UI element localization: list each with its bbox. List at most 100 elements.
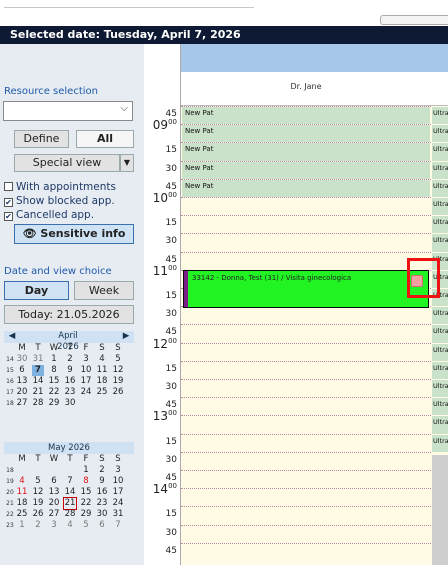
show-blocked-option[interactable]: ✔ Show blocked app.: [4, 195, 115, 207]
checkbox-icon: [4, 182, 13, 191]
ultra-slot[interactable]: Ultra: [432, 234, 448, 252]
calendar-week-row: 14 30 31 1 2 3 4 5: [6, 354, 121, 364]
eye-icon: 👁: [22, 227, 37, 240]
calendar-week-row: 19 4 5 6 7 8 9 10: [6, 476, 124, 486]
row-divider: [181, 342, 431, 344]
resource-name: Dr. Jane: [290, 82, 322, 91]
calendar-week-row: 16 13 14 15 16 17 18 19: [6, 376, 124, 386]
appointment-block[interactable]: 33142 - Donna, Test (31) / Visita gineco…: [183, 270, 429, 308]
time-label-quarter: 15: [165, 436, 177, 447]
highlight-box: [407, 258, 440, 298]
resource-select[interactable]: ⌵: [3, 101, 133, 121]
weekday-header: MTWTFSS: [18, 454, 121, 464]
time-label-quarter: 15: [165, 145, 177, 156]
row-divider: [181, 324, 431, 326]
time-label-quarter: 30: [165, 454, 177, 465]
resource-header-bar: [181, 44, 448, 72]
time-label-hour: 1000: [152, 191, 177, 205]
time-label-quarter: 15: [165, 363, 177, 374]
today-day[interactable]: 21: [63, 497, 77, 510]
week-button[interactable]: Week: [74, 281, 134, 300]
checkmark-icon: ✔: [4, 198, 13, 207]
blocked-gray-block: [432, 455, 448, 565]
resource-selection-label: Resource selection: [4, 86, 98, 97]
time-ruler: 45 0900 15 30 45 1000 15 30 45 1100 15 30 45 1200 15 30…: [144, 44, 181, 565]
row-divider: [181, 360, 431, 362]
selected-date-title: Selected date: Tuesday, April 7, 2026: [0, 26, 448, 44]
resource-column-header[interactable]: Dr. Jane: [181, 72, 448, 106]
row-divider: [181, 251, 431, 253]
time-label-hour: 1200: [152, 336, 177, 351]
all-button[interactable]: All: [76, 130, 134, 148]
time-label-quarter: 30: [165, 309, 177, 320]
row-divider: [181, 415, 431, 417]
with-appointments-option[interactable]: With appointments: [4, 181, 116, 193]
new-patient-slot[interactable]: New Pat: [182, 179, 430, 197]
time-label-quarter: 45: [165, 545, 177, 556]
calendar-week-row: 15 6 7 8 9 10 11 12: [6, 365, 124, 376]
special-view-dropdown-icon[interactable]: ▼: [120, 154, 134, 172]
calendar-week-row: 18 1 2 3: [6, 465, 121, 475]
calendar-week-row: 18 27 28 29 30: [6, 398, 76, 408]
time-label-quarter: 30: [165, 163, 177, 174]
ultra-slot[interactable]: Ultra: [432, 125, 448, 143]
today-button[interactable]: Today: 21.05.2026: [4, 305, 134, 324]
row-divider: [181, 233, 431, 235]
ultra-slot[interactable]: Ultra: [432, 198, 448, 216]
month-header: May 2026: [4, 442, 134, 454]
new-patient-slot[interactable]: New Pat: [182, 143, 430, 161]
time-label-quarter: 30: [165, 382, 177, 392]
weekday-header: MTWTFSS: [18, 343, 121, 353]
row-divider: [181, 506, 431, 508]
next-month-icon[interactable]: ▶: [120, 331, 132, 342]
ultra-slot[interactable]: Ultra: [432, 216, 448, 234]
appointment-text: 33142 - Donna, Test (31) / Visita gineco…: [192, 274, 352, 282]
cancelled-option[interactable]: ✔ Cancelled app.: [4, 209, 94, 221]
row-divider: [181, 488, 431, 490]
row-divider: [181, 470, 431, 471]
ultra-slot[interactable]: Ultra: [432, 416, 448, 434]
ultra-slot[interactable]: Ultra: [432, 161, 448, 179]
ultra-slot[interactable]: Ultra: [432, 179, 448, 197]
time-label-quarter: 30: [165, 236, 177, 247]
ultra-slot[interactable]: Ultra: [432, 343, 448, 361]
selected-day[interactable]: 7: [32, 365, 44, 376]
row-divider: [181, 397, 431, 399]
ultra-slot[interactable]: Ultra: [432, 398, 448, 416]
calendar-week-row: 23 1 2 3 4 5 6 7: [6, 520, 121, 530]
row-divider: [181, 433, 431, 435]
special-view-button[interactable]: Special view: [14, 154, 120, 172]
new-patient-slot[interactable]: New Pat: [182, 161, 430, 179]
ultra-slot[interactable]: Ultra: [432, 361, 448, 379]
prev-month-icon[interactable]: ◀: [6, 331, 18, 342]
row-divider: [181, 215, 431, 217]
schedule-grid: Dr. Jane New Pat Ultra New Pat Ultra New Pat…: [181, 44, 448, 565]
ultra-slot[interactable]: Ultra: [432, 107, 448, 125]
row-divider: [181, 451, 431, 453]
chevron-down-icon: ⌵: [120, 103, 128, 114]
ultra-slot[interactable]: Ultra: [432, 380, 448, 398]
top-divider: [4, 7, 254, 8]
calendar-week-row: 20 11 12 13 14 15 16 17: [6, 487, 124, 497]
top-toolbar: [0, 0, 448, 26]
top-control[interactable]: [380, 15, 448, 25]
ultra-slot[interactable]: Ultra: [432, 307, 448, 325]
time-label-quarter: 15: [165, 509, 177, 520]
time-label-quarter: 15: [165, 218, 177, 229]
checkmark-icon: ✔: [4, 212, 13, 221]
day-button[interactable]: Day: [4, 281, 69, 300]
date-view-label: Date and view choice: [4, 266, 112, 277]
ultra-slot[interactable]: Ultra: [432, 325, 448, 343]
ultra-slot[interactable]: Ultra: [432, 434, 448, 452]
time-label-hour: 0900: [152, 118, 177, 133]
new-patient-slot[interactable]: New Pat: [182, 125, 430, 143]
sensitive-info-button[interactable]: 👁 Sensitive info: [14, 224, 134, 244]
time-label-hour: 1400: [152, 482, 177, 497]
may-calendar: May 2026 MTWTFSS 18 1 2 3 19 4 5 6 7 8 9 10 20 11 12…: [4, 442, 134, 531]
time-label-hour: 1300: [152, 409, 177, 424]
ultra-slot[interactable]: Ultra: [432, 143, 448, 161]
time-label-quarter: 15: [165, 291, 177, 301]
new-patient-slot[interactable]: New Pat: [182, 107, 430, 125]
calendar-week-row: 21 18 19 20 21 22 23 24: [6, 497, 124, 510]
define-button[interactable]: Define: [14, 130, 69, 148]
